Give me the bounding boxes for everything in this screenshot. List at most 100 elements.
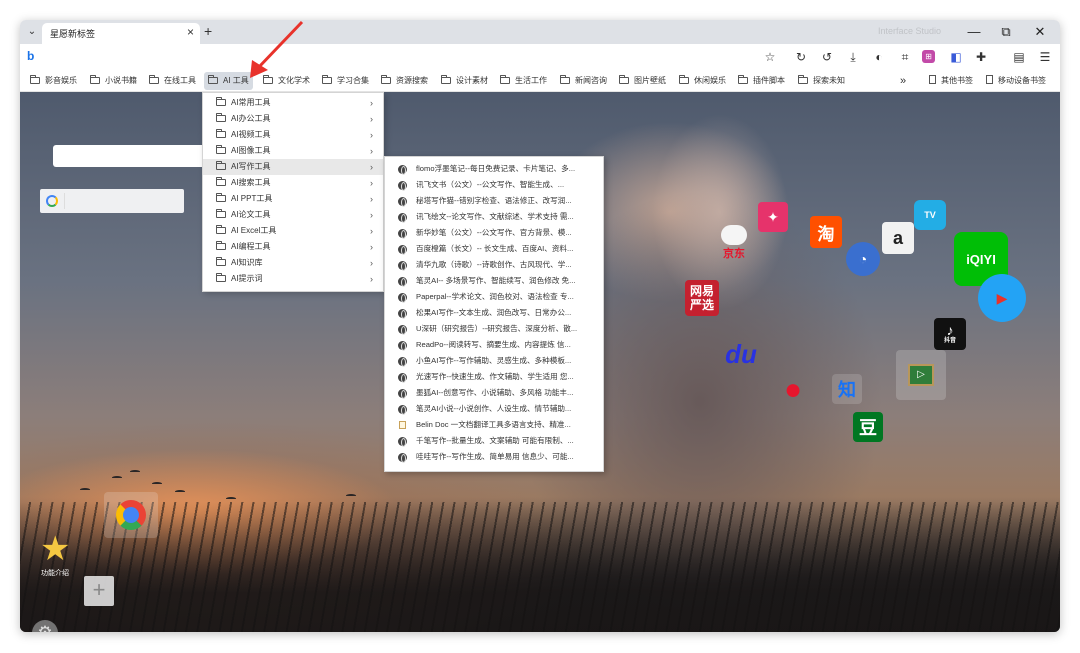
bookmark-folder[interactable]: 在线工具 xyxy=(149,72,196,90)
crop-icon[interactable]: ⌗ xyxy=(896,48,914,66)
jd-app-icon[interactable]: 京东 xyxy=(714,220,754,266)
minimize-button[interactable]: — xyxy=(960,22,988,42)
chevron-right-icon: › xyxy=(370,194,373,204)
mobile-bookmarks[interactable]: 移动设备书签 xyxy=(986,72,1046,90)
chevron-right-icon: › xyxy=(370,258,373,268)
tab-search-button[interactable]: ⌄ xyxy=(24,24,40,40)
link-item[interactable]: 笔灵AI-- 多场景写作、智能续写、润色修改 免... xyxy=(385,273,603,289)
extensions-icon[interactable]: ✚ xyxy=(972,48,990,66)
menu-item-ai-ppt[interactable]: AI PPT工具 › xyxy=(203,191,383,207)
douyin-label: 抖音 xyxy=(943,338,956,344)
link-item[interactable]: ReadPo--阅读转写、摘要生成、内容提炼 信... xyxy=(385,337,603,353)
bookmark-folder[interactable]: 插件脚本 xyxy=(738,72,785,90)
chrome-store-app-icon[interactable] xyxy=(104,492,158,538)
amazon-app-icon[interactable]: a xyxy=(882,222,914,254)
new-tab-button[interactable]: + xyxy=(204,23,212,39)
link-item[interactable]: 千笔写作--批量生成、文案辅助 可能有限制、... xyxy=(385,433,603,449)
tab-active[interactable]: 星愿新标签 × xyxy=(42,23,200,44)
link-item[interactable]: flomo浮墨笔记--每日免费记录、卡片笔记、多... xyxy=(385,161,603,177)
link-item[interactable]: U深研（研究报告）--研究报告、深度分析、散... xyxy=(385,321,603,337)
menu-item-ai-prompt[interactable]: AI提示词 › xyxy=(203,271,383,287)
bookmarks-overflow-button[interactable]: » xyxy=(900,72,906,90)
video-player-app-icon[interactable]: ▶ xyxy=(978,274,1026,322)
menu-item-ai-excel[interactable]: AI Excel工具 › xyxy=(203,223,383,239)
douyin-app-icon[interactable]: ♪ 抖音 xyxy=(934,318,966,350)
menu-item-ai-coding[interactable]: AI编程工具 › xyxy=(203,239,383,255)
menu-item-ai-writing[interactable]: AI写作工具 › xyxy=(203,159,383,175)
globe-icon xyxy=(398,181,407,191)
globe-icon xyxy=(398,165,407,175)
bookmark-folder[interactable]: 学习合集 xyxy=(322,72,369,90)
globe-icon xyxy=(398,245,407,255)
zhihu-app-icon[interactable]: 知 xyxy=(832,374,862,404)
bilibili-app-icon[interactable]: TV xyxy=(914,200,946,230)
baidu-app-icon[interactable]: du xyxy=(716,328,766,380)
folder-icon xyxy=(738,75,748,84)
chevron-right-icon: › xyxy=(370,146,373,156)
maximize-button[interactable]: ⧉ xyxy=(992,22,1020,42)
menu-item-ai-paper[interactable]: AI论文工具 › xyxy=(203,207,383,223)
tab-close-icon[interactable]: × xyxy=(187,25,194,39)
google-search-input[interactable] xyxy=(40,189,184,213)
menu-item-ai-common[interactable]: AI常用工具 › xyxy=(203,95,383,111)
bookmark-folder[interactable]: 小说书籍 xyxy=(90,72,137,90)
bookmark-folder[interactable]: 休闲娱乐 xyxy=(679,72,726,90)
history-icon[interactable]: ↺ xyxy=(818,48,836,66)
close-window-button[interactable]: ✕ xyxy=(1026,22,1054,42)
douban-app-icon[interactable]: 豆 xyxy=(853,412,883,442)
bookmark-folder-ai-tools[interactable]: AI 工具 xyxy=(204,72,253,90)
bookmark-folder[interactable]: 探索未知 xyxy=(798,72,845,90)
link-item[interactable]: Belin Doc 一文档翻译工具多语言支持、精准... xyxy=(385,417,603,433)
chevron-right-icon: › xyxy=(370,226,373,236)
classroom-app-icon[interactable]: ▷ xyxy=(896,350,946,400)
bookmark-folder[interactable]: 文化学术 xyxy=(263,72,310,90)
menu-item-ai-search[interactable]: AI搜索工具 › xyxy=(203,175,383,191)
download-icon[interactable]: ⤓ xyxy=(844,48,862,66)
jd-dog-icon xyxy=(721,225,747,245)
translate-icon[interactable]: ⊞ xyxy=(922,50,935,63)
link-item[interactable]: 松果AI写作--文本生成、润色改写、日常办公... xyxy=(385,305,603,321)
refresh-icon[interactable]: ↻ xyxy=(792,48,810,66)
browser-logo-icon[interactable]: b xyxy=(27,49,34,63)
link-item[interactable]: 讯飞文书（公文）--公文写作、智能生成、... xyxy=(385,177,603,193)
other-bookmarks[interactable]: 其他书签 xyxy=(929,72,973,90)
add-shortcut-button[interactable]: + xyxy=(84,576,114,606)
link-item[interactable]: 笔灵AI小说--小说创作、人设生成、情节辅助... xyxy=(385,401,603,417)
bookmark-folder[interactable]: 新闻咨询 xyxy=(560,72,607,90)
weibo-app-icon[interactable]: ● xyxy=(770,370,816,410)
link-item[interactable]: 新华妙笔（公文）--公文写作、官方背景、模... xyxy=(385,225,603,241)
menu-item-ai-knowledge[interactable]: AI知识库 › xyxy=(203,255,383,271)
menu-item-ai-video[interactable]: AI视频工具 › xyxy=(203,127,383,143)
taobao-app-icon[interactable]: 淘 xyxy=(810,216,842,248)
menu-item-ai-image[interactable]: AI图像工具 › xyxy=(203,143,383,159)
link-item[interactable]: 墨狐AI--创意写作、小说辅助、多风格 功能丰... xyxy=(385,385,603,401)
link-item[interactable]: 哇哇写作--写作生成、简单易用 信息少、可能... xyxy=(385,449,603,465)
browser-app-icon[interactable]: ◔ xyxy=(846,242,880,276)
netease-yanxuan-app-icon[interactable]: 网易 严选 xyxy=(685,280,719,316)
menu-item-ai-office[interactable]: AI办公工具 › xyxy=(203,111,383,127)
address-bar: b ☆ ↻ ↺ ⤓ ◐ ⌗ ⊞ ◧ ✚ ▤ ☰ xyxy=(20,44,1060,70)
sidebar-icon[interactable]: ▤ xyxy=(1010,48,1028,66)
link-item[interactable]: 光速写作--快速生成、作文辅助、学生适用 您... xyxy=(385,369,603,385)
link-item[interactable]: Paperpal--学术论文、润色校对、语法检查 专... xyxy=(385,289,603,305)
star-icon[interactable]: ☆ xyxy=(761,48,779,66)
wallpaper-grass xyxy=(20,502,1060,632)
bookmark-folder[interactable]: 影音娱乐 xyxy=(30,72,77,90)
bookmark-folder[interactable]: 资源搜索 xyxy=(381,72,428,90)
feature-intro-app[interactable]: ★ 功能介绍 xyxy=(38,532,76,577)
link-item[interactable]: 秘塔写作猫--错别字检查、语法修正、改写润... xyxy=(385,193,603,209)
document-icon xyxy=(399,421,406,429)
screenshot-icon[interactable]: ◧ xyxy=(947,48,965,66)
bookmark-folder[interactable]: 图片壁纸 xyxy=(619,72,666,90)
bookmark-folder[interactable]: 设计素材 xyxy=(441,72,488,90)
link-item[interactable]: 讯飞绘文--论文写作、文献综述、学术支持 需... xyxy=(385,209,603,225)
chevron-right-icon: › xyxy=(370,162,373,172)
link-item[interactable]: 百度橙篇（长文）-- 长文生成、百度AI、资料... xyxy=(385,241,603,257)
theme-icon[interactable]: ◐ xyxy=(870,48,888,66)
tmall-app-icon[interactable]: ✦ xyxy=(758,202,788,232)
link-item[interactable]: 小鱼AI写作--写作辅助、灵感生成、多种模板... xyxy=(385,353,603,369)
bookmark-folder[interactable]: 生活工作 xyxy=(500,72,547,90)
link-item[interactable]: 清华九歌（诗歌）--诗歌创作、古风现代、学... xyxy=(385,257,603,273)
menu-icon[interactable]: ☰ xyxy=(1036,48,1054,66)
search-input[interactable] xyxy=(53,145,213,167)
